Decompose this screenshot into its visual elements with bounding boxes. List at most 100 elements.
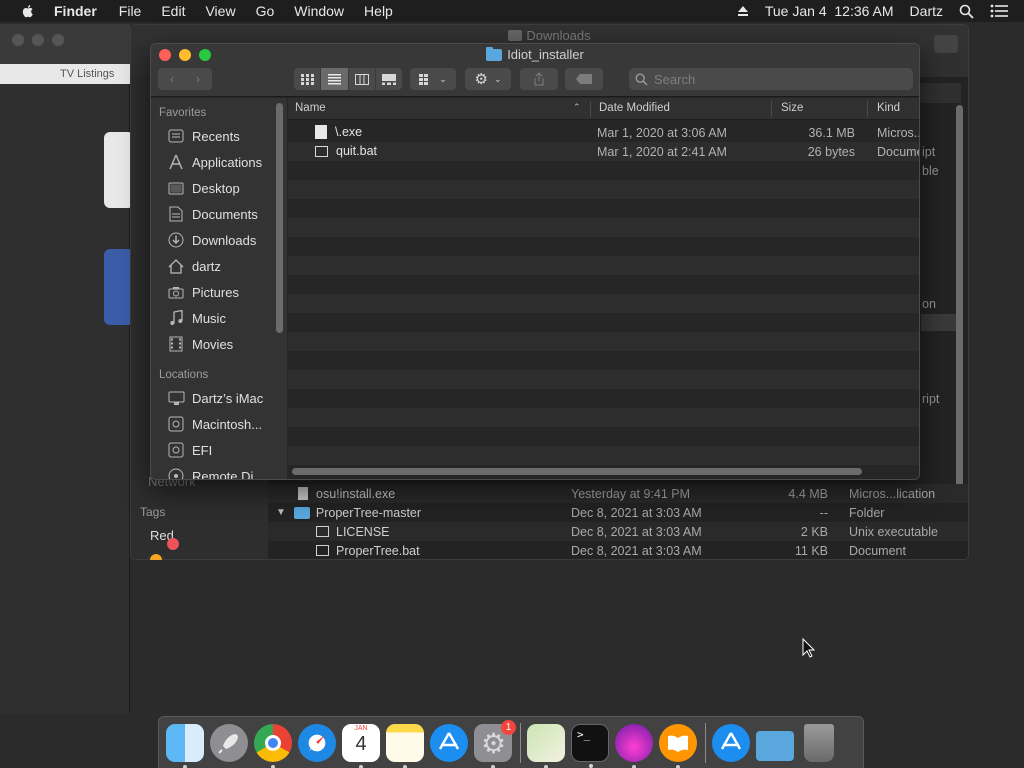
executable-icon (316, 526, 329, 537)
chrome-dock-icon[interactable] (254, 723, 292, 768)
document-icon (315, 145, 328, 157)
finder-window[interactable]: Idiot_installer ‹ › ⌄ ⚙ ⌄ Search Favorit… (150, 43, 920, 480)
background-vertical-scrollbar[interactable] (956, 105, 963, 500)
table-row[interactable]: ProperTree.bat Dec 8, 2021 at 3:03 AM 11… (268, 541, 968, 559)
running-indicator (544, 764, 548, 768)
music-icon (167, 309, 185, 327)
list-view-button[interactable] (321, 68, 349, 90)
menu-window[interactable]: Window (294, 3, 344, 19)
column-name[interactable]: Name (295, 102, 326, 114)
menu-edit[interactable]: Edit (161, 3, 185, 19)
file-date: Mar 1, 2020 at 3:06 AM (597, 126, 727, 140)
app-store-dock-icon[interactable] (430, 723, 468, 762)
table-row[interactable]: LICENSE Dec 8, 2021 at 3:03 AM 2 KB Unix… (268, 522, 968, 541)
safari-dock-icon[interactable] (298, 723, 336, 762)
column-view-button[interactable] (349, 68, 376, 90)
sidebar-item-music[interactable]: Music (167, 307, 226, 329)
table-row[interactable]: ▼ ProperTree-master Dec 8, 2021 at 3:03 A… (268, 503, 968, 522)
sidebar-item-macintosh-hd[interactable]: Macintosh... (167, 413, 262, 435)
installer-dock-icon[interactable] (615, 723, 653, 768)
back-forward-buttons: ‹ › (158, 68, 212, 90)
sidebar-scrollbar[interactable] (276, 103, 283, 333)
partial-traffic-lights (12, 34, 64, 46)
maps-dock-icon[interactable] (527, 723, 565, 768)
menubar-user[interactable]: Dartz (910, 3, 943, 19)
notification-center-icon[interactable] (990, 4, 1008, 18)
sidebar-section-locations: Locations (159, 369, 209, 381)
folder-icon (293, 506, 310, 519)
rocket-icon (218, 733, 238, 754)
sidebar-item-downloads[interactable]: Downloads (167, 229, 256, 251)
sidebar-tag-orange-partial[interactable] (150, 554, 162, 560)
file-kind: Micros... (877, 126, 920, 140)
sidebar-item-pictures[interactable]: Pictures (167, 281, 239, 303)
sidebar-item-efi[interactable]: EFI (167, 439, 212, 461)
menu-help[interactable]: Help (364, 3, 393, 19)
background-window-title: Downloads (131, 28, 968, 43)
sidebar-item-movies[interactable]: Movies (167, 333, 233, 355)
table-row[interactable]: quit.bat Mar 1, 2020 at 2:41 AM 26 bytes… (288, 142, 919, 161)
calendar-dock-icon[interactable]: JAN 4 (342, 723, 380, 768)
menu-bar: Finder File Edit View Go Window Help Tue… (0, 0, 1024, 22)
background-tab-button[interactable] (934, 35, 958, 53)
disclosure-triangle-icon[interactable]: ▼ (276, 507, 286, 518)
file-name: quit.bat (336, 144, 378, 158)
running-indicator (271, 764, 275, 768)
action-button[interactable]: ⚙ ⌄ (465, 68, 511, 90)
gallery-view-button[interactable] (376, 68, 402, 90)
column-size[interactable]: Size (781, 102, 803, 114)
spotlight-icon[interactable] (959, 4, 974, 19)
search-field[interactable] (629, 68, 913, 90)
back-button[interactable]: ‹ (159, 72, 185, 86)
menu-go[interactable]: Go (256, 3, 275, 19)
background-kind-fragment: on (922, 297, 936, 311)
apple-icon[interactable] (20, 3, 36, 19)
launchpad-dock-icon[interactable] (210, 723, 248, 762)
sidebar-item-recents[interactable]: Recents (167, 125, 240, 147)
menu-file[interactable]: File (119, 3, 142, 19)
menubar-clock[interactable]: Tue Jan 4 12:36 AM (765, 3, 894, 19)
table-row[interactable]: osu!install.exe Yesterday at 9:41 PM 4.4… (268, 484, 968, 503)
column-date-modified[interactable]: Date Modified (599, 102, 670, 114)
documents-icon (167, 205, 185, 223)
horizontal-scrollbar[interactable] (292, 468, 862, 475)
trash-dock-icon[interactable] (804, 723, 834, 762)
folder-icon (508, 30, 523, 41)
calendar-month: JAN (354, 724, 368, 732)
running-indicator (183, 764, 187, 768)
sidebar-item-home[interactable]: dartz (167, 255, 221, 277)
books-dock-icon[interactable] (659, 723, 697, 768)
running-indicator (676, 764, 680, 768)
search-input[interactable] (654, 71, 884, 87)
app-store-downloads-dock-icon[interactable] (712, 723, 750, 762)
notes-dock-icon[interactable] (386, 723, 424, 768)
share-button[interactable] (520, 68, 558, 90)
eject-icon[interactable] (737, 5, 749, 17)
sidebar-item-remote-disc[interactable]: Remote Di... (167, 465, 264, 479)
menu-app-name[interactable]: Finder (54, 3, 97, 19)
system-preferences-dock-icon[interactable]: ⚙ 1 (474, 719, 516, 768)
downloads-folder-dock-icon[interactable] (756, 730, 794, 761)
background-kind-fragment: ble (922, 164, 939, 178)
group-button[interactable]: ⌄ (410, 68, 456, 90)
partial-tab-label[interactable]: TV Listings (60, 68, 114, 80)
running-indicator (589, 763, 593, 768)
finder-dock-icon[interactable] (166, 723, 204, 768)
background-kind-fragment: ipt (922, 145, 936, 159)
background-kind-fragment: ript (922, 392, 940, 406)
sidebar-item-applications[interactable]: Applications (167, 151, 262, 173)
column-kind[interactable]: Kind (877, 102, 900, 114)
tag-button[interactable] (565, 68, 603, 90)
sidebar-item-documents[interactable]: Documents (167, 203, 258, 225)
icon-view-button[interactable] (294, 68, 322, 90)
notification-badge: 1 (501, 719, 516, 735)
terminal-dock-icon[interactable]: >_ (571, 723, 609, 768)
table-row[interactable]: \.exe Mar 1, 2020 at 3:06 AM 36.1 MB Mic… (288, 123, 920, 142)
sidebar-item-desktop[interactable]: Desktop (167, 177, 240, 199)
menu-view[interactable]: View (205, 3, 235, 19)
sidebar-item-imac[interactable]: Dartz’s iMac (167, 387, 263, 409)
tag-icon (576, 74, 592, 84)
forward-button[interactable]: › (185, 72, 211, 86)
dock: JAN 4 ⚙ 1 >_ (158, 716, 864, 768)
sidebar-tag-red[interactable]: Red (150, 528, 179, 550)
